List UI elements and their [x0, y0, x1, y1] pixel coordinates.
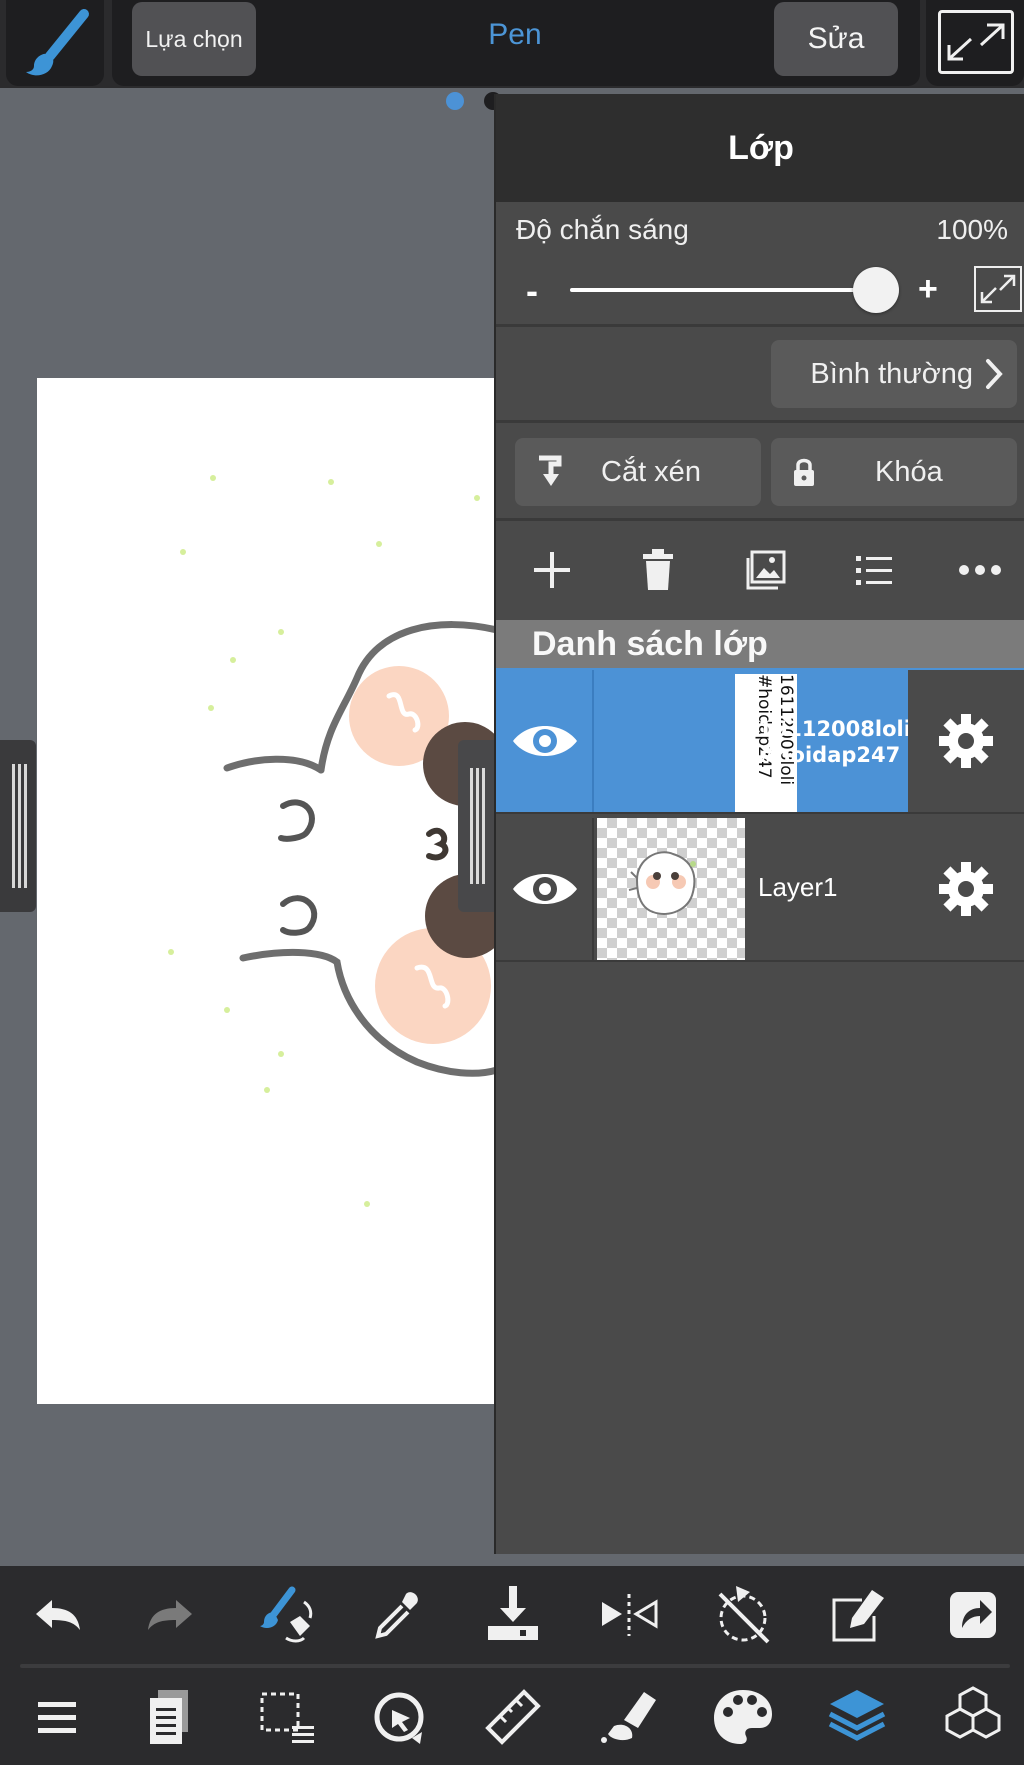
layer-thumbnail[interactable]	[597, 818, 745, 960]
gear-icon	[939, 862, 993, 916]
layer-panel: Lớp Độ chắn sáng 100% - + Bình thường Cắ…	[494, 94, 1024, 1554]
expand-icon	[980, 274, 1016, 304]
layer-row[interactable]: Layer1	[496, 816, 1024, 962]
brush-swap-icon[interactable]	[252, 1580, 322, 1650]
menu-icon[interactable]	[22, 1682, 92, 1752]
left-panel-handle[interactable]	[0, 740, 36, 912]
layer-name[interactable]: 16112008loli #hoidap247	[758, 716, 911, 768]
opacity-value: 100%	[936, 214, 1008, 245]
palette-icon[interactable]	[708, 1682, 778, 1752]
blend-mode-button[interactable]: Bình thường	[771, 340, 1017, 408]
materials-icon[interactable]	[938, 1682, 1008, 1752]
clipping-label: Cắt xén	[601, 456, 701, 488]
bottom-toolbar	[0, 1566, 1024, 1765]
layer-visibility-toggle[interactable]	[498, 670, 594, 812]
selection-icon[interactable]	[252, 1682, 322, 1752]
import-icon[interactable]	[478, 1580, 548, 1650]
panel-title: Lớp	[496, 94, 1024, 202]
layer-row[interactable]: 16112008loli #hoidap247 16112008loli #ho…	[496, 668, 1024, 814]
page-dot-1[interactable]	[446, 92, 464, 110]
trash-icon[interactable]	[638, 548, 678, 592]
expand-button[interactable]	[938, 10, 1014, 74]
toolbar-divider	[20, 1664, 1010, 1668]
expand-icon	[947, 23, 1005, 61]
undo-icon[interactable]	[22, 1580, 92, 1650]
divider	[496, 420, 1024, 423]
selection-button[interactable]: Lựa chọn	[132, 2, 256, 76]
share-icon[interactable]	[938, 1580, 1008, 1650]
pages-icon[interactable]	[136, 1682, 206, 1752]
fill-icon[interactable]	[594, 1682, 664, 1752]
clip-arrow-icon	[539, 455, 562, 486]
eye-icon	[513, 874, 577, 904]
gear-icon	[939, 714, 993, 768]
canvas-artwork	[168, 475, 497, 1207]
opacity-slider-knob[interactable]	[853, 267, 899, 313]
eyedropper-icon[interactable]	[364, 1580, 434, 1650]
opacity-expand-button[interactable]	[974, 266, 1022, 312]
eye-icon	[513, 726, 577, 756]
layer-settings-button[interactable]	[908, 670, 1024, 812]
current-tool-name[interactable]: Pen	[430, 18, 600, 52]
edit-box-icon[interactable]	[822, 1580, 892, 1650]
lock-icon	[794, 458, 814, 486]
brush-icon	[26, 9, 89, 76]
ruler-icon[interactable]	[478, 1682, 548, 1752]
divider	[496, 324, 1024, 327]
flip-icon[interactable]	[594, 1580, 664, 1650]
drawing-canvas[interactable]	[37, 378, 497, 1404]
redo-icon[interactable]	[136, 1580, 206, 1650]
lock-label: Khóa	[875, 456, 943, 488]
layer-name[interactable]: Layer1	[758, 874, 838, 900]
add-layer-icon[interactable]	[530, 548, 574, 592]
opacity-decrease-button[interactable]: -	[526, 270, 538, 312]
opacity-label: Độ chắn sáng	[516, 214, 689, 245]
rotate-off-icon[interactable]	[708, 1580, 778, 1650]
opacity-slider[interactable]	[570, 267, 899, 313]
more-icon[interactable]	[956, 548, 1004, 592]
layer-settings-button[interactable]	[908, 818, 1024, 960]
blend-mode-label: Bình thường	[810, 357, 973, 390]
opacity-increase-button[interactable]: +	[918, 270, 938, 309]
image-icon[interactable]	[744, 548, 788, 592]
chevron-right-icon	[986, 359, 1003, 389]
thumbnail-artwork	[628, 851, 696, 915]
layer-thumbnail[interactable]: 16112008loli #hoidap247	[597, 670, 797, 812]
layer-name-line: 16112008loli	[758, 717, 911, 741]
layer-visibility-toggle[interactable]	[498, 818, 594, 960]
layer-list-header: Danh sách lớp	[496, 620, 1024, 668]
layers-icon[interactable]	[822, 1682, 892, 1752]
list-icon[interactable]	[852, 548, 896, 592]
layer-panel-handle[interactable]	[458, 740, 494, 912]
top-toolbar: Lựa chọn Pen Sửa	[0, 0, 1024, 88]
brush-tool-box[interactable]	[6, 0, 104, 86]
layer-name-line: #hoidap247	[758, 743, 901, 767]
divider	[496, 518, 1024, 521]
clipping-button[interactable]: Cắt xén	[515, 438, 761, 506]
lock-button[interactable]: Khóa	[771, 438, 1017, 506]
transform-icon[interactable]	[364, 1682, 434, 1752]
edit-button[interactable]: Sửa	[774, 2, 898, 76]
